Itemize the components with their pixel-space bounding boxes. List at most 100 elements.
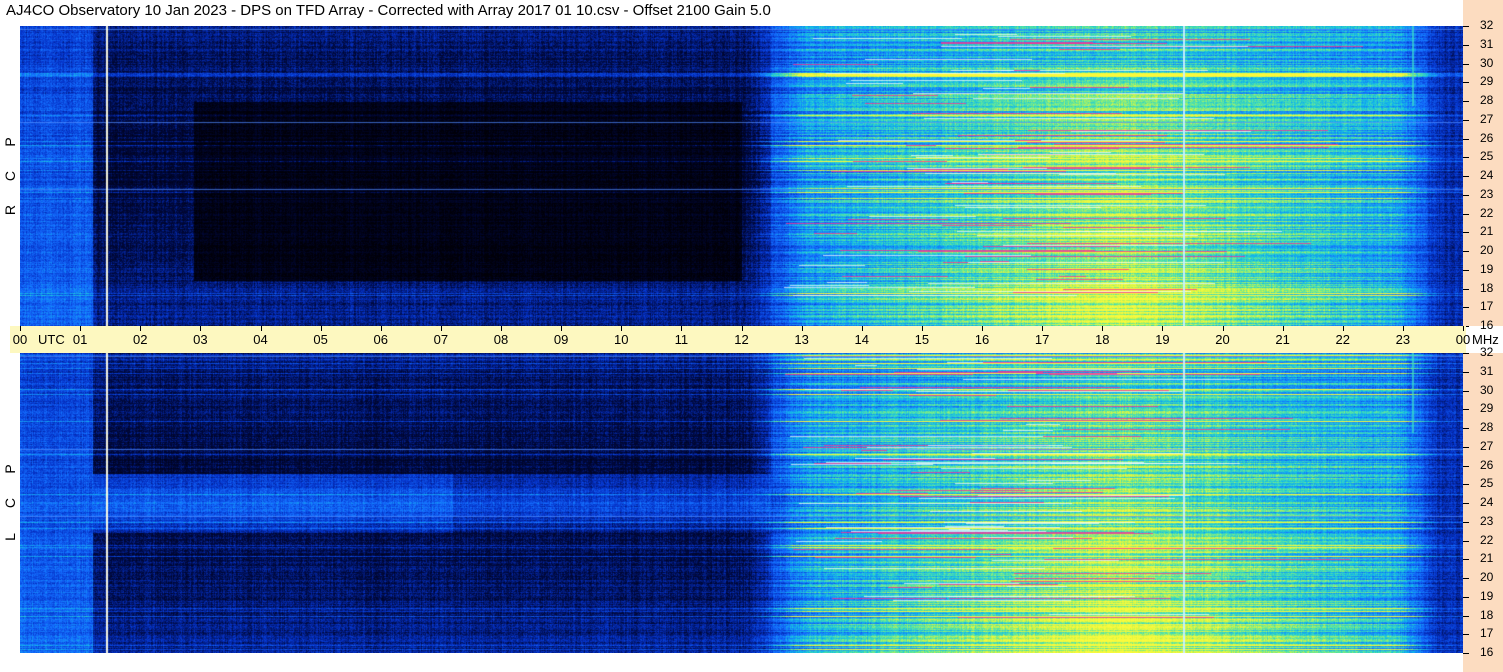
freq-tick-label: 31 <box>1480 363 1494 378</box>
freq-tick-label: 23 <box>1480 513 1494 528</box>
freq-tick-mark <box>1463 409 1469 411</box>
freq-tick-label: 22 <box>1480 205 1494 220</box>
freq-tick-mark <box>1463 288 1469 290</box>
freq-tick-mark <box>1463 157 1469 159</box>
freq-tick-label: 24 <box>1480 168 1494 182</box>
freq-tick-mark <box>1463 176 1469 177</box>
lcp-spectrogram-canvas <box>20 353 1463 653</box>
time-tick-label: 02 <box>133 332 148 347</box>
time-tick-label: 14 <box>854 332 869 347</box>
time-tick-label: 17 <box>1034 332 1050 347</box>
freq-tick-label: 23 <box>1480 186 1494 201</box>
freq-tick-label: 29 <box>1480 74 1494 89</box>
fa-rcp-tick-19: 19 <box>1463 262 1503 276</box>
time-tick-label: 20 <box>1215 332 1230 347</box>
fa-lcp-tick-24: 24 <box>1463 495 1503 509</box>
time-tick-label: 15 <box>914 332 930 347</box>
fa-rcp-tick-18: 18 <box>1463 281 1503 295</box>
freq-tick-label: 21 <box>1480 551 1494 566</box>
freq-tick-mark <box>1463 353 1469 354</box>
time-tick-mark <box>1463 326 1464 331</box>
freq-tick-mark <box>1463 82 1469 84</box>
fa-rcp-tick-21: 21 <box>1463 224 1503 238</box>
fa-lcp-tick-27: 27 <box>1463 439 1503 453</box>
freq-tick-mark <box>1463 232 1469 234</box>
time-axis-utc-unit: UTC <box>38 332 65 347</box>
freq-tick-mark <box>1463 653 1469 654</box>
freq-tick-mark <box>1463 26 1469 27</box>
freq-tick-mark <box>1463 465 1469 467</box>
fa-lcp-tick-29: 29 <box>1463 401 1503 415</box>
fa-lcp-tick-18: 18 <box>1463 608 1503 622</box>
time-tick-mark <box>681 326 683 331</box>
time-tick-label: 05 <box>313 332 328 347</box>
rcp-label-strip: R C P <box>0 26 20 326</box>
time-axis: 00 01 02 03 04 05 06 07 08 09 10 11 12 13 14 15 16 17 18 19… <box>10 326 1499 353</box>
freq-tick-label: 31 <box>1480 36 1494 51</box>
freq-tick-mark <box>1463 194 1469 196</box>
fa-rcp-tick-20: 20 <box>1463 243 1503 257</box>
fa-rcp-tick-22: 22 <box>1463 206 1503 220</box>
time-tick-label: 00 <box>1455 332 1471 347</box>
freq-tick-mark <box>1463 63 1469 65</box>
time-tick-mark <box>1282 326 1284 331</box>
fa-lcp-tick-17: 17 <box>1463 626 1503 640</box>
fa-lcp-tick-21: 21 <box>1463 551 1503 565</box>
freq-tick-label: 22 <box>1480 532 1494 547</box>
time-tick-mark <box>741 326 743 331</box>
freq-tick-mark <box>1463 559 1469 561</box>
freq-tick-label: 28 <box>1480 93 1494 107</box>
freq-tick-label: 24 <box>1480 495 1494 509</box>
lcp-spectrogram <box>20 353 1463 653</box>
time-tick-label: 01 <box>72 332 88 347</box>
time-tick-label: 03 <box>193 332 208 347</box>
lcp-letter-1: L <box>2 533 18 541</box>
freq-tick-label: 30 <box>1480 382 1494 397</box>
rcp-letter-3: P <box>2 137 18 147</box>
time-tick-mark <box>1402 326 1404 331</box>
lcp-letter-3: P <box>2 464 18 474</box>
time-tick-label: 22 <box>1335 332 1350 347</box>
time-tick-label: 18 <box>1095 332 1110 347</box>
freq-tick-mark <box>1463 578 1469 579</box>
freq-tick-label: 17 <box>1480 299 1494 314</box>
freq-tick-label: 21 <box>1480 224 1494 239</box>
time-tick-mark <box>320 326 322 331</box>
time-tick-mark <box>1102 326 1104 331</box>
time-tick-mark <box>1042 326 1044 331</box>
freq-tick-label: 16 <box>1480 318 1494 332</box>
time-tick-mark <box>260 326 262 331</box>
freq-tick-mark <box>1463 596 1469 598</box>
time-tick-mark <box>861 326 863 331</box>
freq-tick-label: 25 <box>1480 149 1494 164</box>
freq-tick-label: 20 <box>1480 243 1494 257</box>
time-tick-label: 10 <box>614 332 629 347</box>
time-tick-mark <box>440 326 442 331</box>
freq-tick-label: 29 <box>1480 401 1494 416</box>
time-tick-mark <box>140 326 142 331</box>
freq-tick-mark <box>1463 138 1469 140</box>
lcp-letter-2: C <box>2 497 18 509</box>
freq-tick-mark <box>1463 371 1469 373</box>
fa-rcp-tick-32: 32 <box>1463 18 1503 32</box>
time-tick-label: 23 <box>1395 332 1411 347</box>
time-tick-mark <box>801 326 803 331</box>
time-tick-label: 19 <box>1155 332 1170 347</box>
time-tick-mark <box>380 326 382 331</box>
fa-rcp-tick-28: 28 <box>1463 93 1503 107</box>
time-tick-label: 13 <box>794 332 809 347</box>
freq-tick-label: 19 <box>1480 261 1494 276</box>
freq-tick-mark <box>1463 540 1469 542</box>
freq-tick-label: 18 <box>1480 607 1494 622</box>
time-tick-mark <box>1162 326 1164 331</box>
fa-lcp-tick-26: 26 <box>1463 458 1503 472</box>
freq-tick-label: 28 <box>1480 420 1494 434</box>
freq-tick-mark <box>1463 446 1469 448</box>
time-tick-mark <box>20 326 21 331</box>
freq-tick-mark <box>1463 615 1469 617</box>
rcp-letter-2: C <box>2 170 18 182</box>
time-tick-mark <box>982 326 983 331</box>
time-tick-mark <box>921 326 923 331</box>
fa-rcp-tick-29: 29 <box>1463 74 1503 88</box>
fa-lcp-tick-16: 16 <box>1463 645 1503 659</box>
